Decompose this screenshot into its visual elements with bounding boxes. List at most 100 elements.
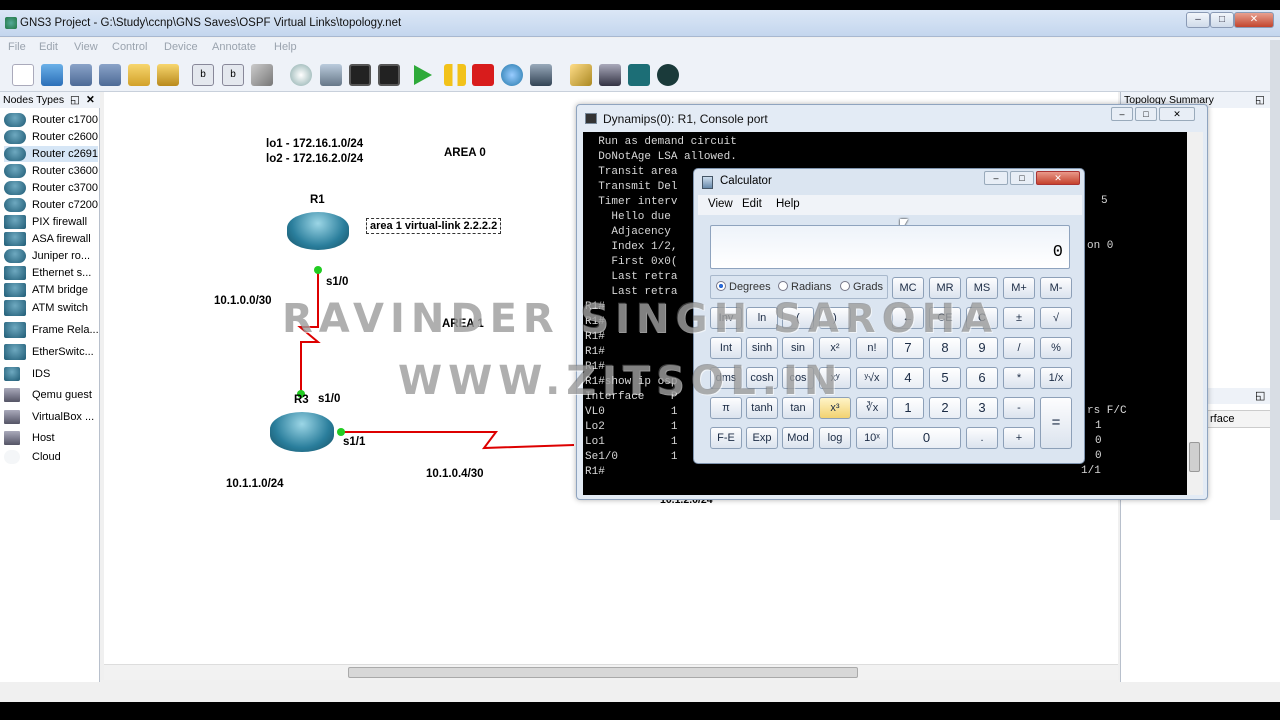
console-scrollbar[interactable] <box>1187 132 1203 495</box>
float-icon[interactable]: ◱ <box>1255 389 1265 402</box>
digit-5-button[interactable]: 5 <box>929 367 961 389</box>
menu-edit[interactable]: Edit <box>39 41 58 53</box>
plus-minus-button[interactable]: ± <box>1003 307 1035 329</box>
node-type-item[interactable]: ATM bridge <box>4 282 98 298</box>
node-type-item[interactable]: Router c7200 <box>4 197 98 213</box>
clock-icon[interactable] <box>290 64 312 86</box>
log-button[interactable]: log <box>819 427 851 449</box>
node-type-item[interactable]: Cloud <box>4 449 98 465</box>
digit-2-button[interactable]: 2 <box>929 397 961 419</box>
mod-button[interactable]: Mod <box>782 427 814 449</box>
router-r1[interactable] <box>287 212 349 250</box>
ten-power-x-button[interactable]: 10ˣ <box>856 427 888 449</box>
canvas-horizontal-scrollbar[interactable] <box>104 664 1118 680</box>
console-icon[interactable] <box>349 64 371 86</box>
decimal-button[interactable]: . <box>966 427 998 449</box>
menu-help[interactable]: Help <box>274 41 297 53</box>
new-icon[interactable] <box>12 64 34 86</box>
console-close-button[interactable]: ✕ <box>1159 107 1195 121</box>
start-icon[interactable] <box>414 65 432 85</box>
node-type-item[interactable]: Host <box>4 430 98 446</box>
save-as-icon[interactable] <box>99 64 121 86</box>
add-button[interactable]: + <box>1003 427 1035 449</box>
digit-4-button[interactable]: 4 <box>892 367 924 389</box>
node-type-item[interactable]: EtherSwitc... <box>4 343 98 361</box>
reload-icon[interactable] <box>501 64 523 86</box>
y-root-x-button[interactable]: ʸ√x <box>856 367 888 389</box>
m-minus-button[interactable]: M- <box>1040 277 1072 299</box>
reciprocal-button[interactable]: 1/x <box>1040 367 1072 389</box>
calc-menu-view[interactable]: View <box>708 198 733 210</box>
radio-radians[interactable]: Radians <box>778 281 831 293</box>
subtract-button[interactable]: - <box>1003 397 1035 419</box>
menu-view[interactable]: View <box>74 41 98 53</box>
node-type-item[interactable]: Frame Rela... <box>4 321 98 339</box>
digit-0-button[interactable]: 0 <box>892 427 961 449</box>
node-type-item[interactable]: ASA firewall <box>4 231 98 247</box>
pause-icon[interactable] <box>444 64 466 86</box>
divide-button[interactable]: / <box>1003 337 1035 359</box>
open-icon[interactable] <box>41 64 63 86</box>
f-e-button[interactable]: F-E <box>710 427 742 449</box>
calc-menu-help[interactable]: Help <box>776 198 800 210</box>
sqrt-button[interactable]: √ <box>1040 307 1072 329</box>
calculator-minimize-button[interactable]: – <box>984 171 1008 185</box>
equals-button[interactable]: = <box>1040 397 1072 449</box>
node-type-item[interactable]: Qemu guest <box>4 387 98 403</box>
node-type-item[interactable]: ATM switch <box>4 299 98 317</box>
node-type-item[interactable]: PIX firewall <box>4 214 98 230</box>
close-button[interactable]: ✕ <box>1234 12 1274 28</box>
node-type-item[interactable]: Router c2691 <box>4 146 98 162</box>
minimize-button[interactable]: – <box>1186 12 1210 28</box>
m-plus-button[interactable]: M+ <box>1003 277 1035 299</box>
virtualbox-icon[interactable] <box>530 64 552 86</box>
show-names-icon[interactable]: b <box>192 64 214 86</box>
menu-annotate[interactable]: Annotate <box>212 41 256 53</box>
calculator-close-button[interactable]: ✕ <box>1036 171 1080 185</box>
ellipse-icon[interactable] <box>657 64 679 86</box>
cube-root-button[interactable]: ∛x <box>856 397 888 419</box>
scroll-thumb[interactable] <box>1189 442 1200 472</box>
multiply-button[interactable]: * <box>1003 367 1035 389</box>
node-type-item[interactable]: Router c3700 <box>4 180 98 196</box>
rectangle-icon[interactable] <box>628 64 650 86</box>
console-maximize-button[interactable]: □ <box>1135 107 1157 121</box>
settings-icon[interactable] <box>320 64 342 86</box>
menu-control[interactable]: Control <box>112 41 147 53</box>
router-r3[interactable] <box>270 412 334 452</box>
percent-button[interactable]: % <box>1040 337 1072 359</box>
node-type-item[interactable]: Router c2600 <box>4 129 98 145</box>
menu-file[interactable]: File <box>8 41 26 53</box>
menu-device[interactable]: Device <box>164 41 198 53</box>
show-interfaces-icon[interactable]: b <box>222 64 244 86</box>
screenshot-icon[interactable] <box>599 64 621 86</box>
radio-grads[interactable]: Grads <box>840 281 883 293</box>
maximize-button[interactable]: □ <box>1210 12 1234 28</box>
digit-1-button[interactable]: 1 <box>892 397 924 419</box>
console-minimize-button[interactable]: – <box>1111 107 1133 121</box>
digit-6-button[interactable]: 6 <box>966 367 998 389</box>
node-type-item[interactable]: IDS <box>4 366 98 382</box>
digit-3-button[interactable]: 3 <box>966 397 998 419</box>
node-type-item[interactable]: VirtualBox ... <box>4 409 98 425</box>
scroll-thumb[interactable] <box>348 667 858 678</box>
note-icon[interactable] <box>570 64 592 86</box>
float-icon[interactable]: ◱ <box>70 92 80 108</box>
float-icon[interactable]: ◱ <box>1255 92 1265 108</box>
node-type-item[interactable]: Ethernet s... <box>4 265 98 281</box>
node-type-item[interactable]: Router c3600 <box>4 163 98 179</box>
exp-button[interactable]: Exp <box>746 427 778 449</box>
radio-degrees[interactable]: Degrees <box>716 281 771 293</box>
close-icon[interactable]: ✕ <box>86 92 95 108</box>
link-icon[interactable] <box>251 64 273 86</box>
calc-menu-edit[interactable]: Edit <box>742 198 762 210</box>
save-icon[interactable] <box>70 64 92 86</box>
calculator-maximize-button[interactable]: □ <box>1010 171 1034 185</box>
node-type-item[interactable]: Router c1700 <box>4 112 98 128</box>
folder-icon[interactable] <box>128 64 150 86</box>
stop-icon[interactable] <box>472 64 494 86</box>
node-type-item[interactable]: Juniper ro... <box>4 248 98 264</box>
console-all-icon[interactable] <box>378 64 400 86</box>
snapshot-icon[interactable] <box>157 64 179 86</box>
virtual-link-note[interactable]: area 1 virtual-link 2.2.2.2 <box>366 218 502 234</box>
